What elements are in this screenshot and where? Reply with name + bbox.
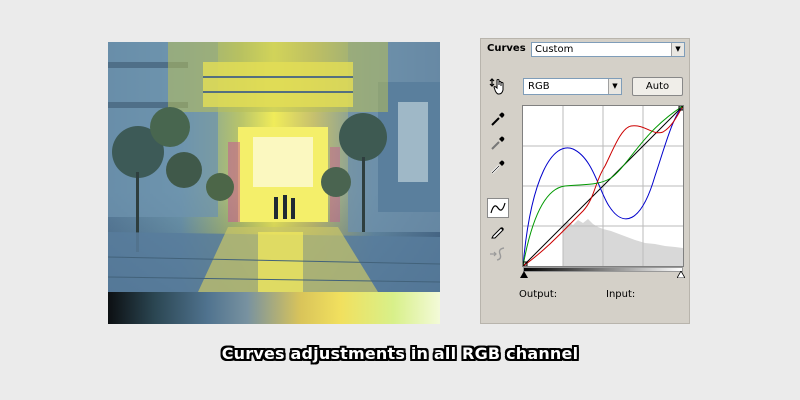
black-input-slider[interactable] bbox=[520, 271, 528, 278]
curves-graph[interactable] bbox=[522, 105, 684, 267]
curve-point-icon bbox=[490, 202, 506, 214]
preset-value: Custom bbox=[535, 44, 574, 55]
white-point-eyedropper[interactable] bbox=[487, 157, 509, 177]
channel-value: RGB bbox=[528, 81, 550, 92]
on-image-adjust-tool[interactable] bbox=[487, 76, 509, 96]
smooth-tool bbox=[487, 244, 509, 264]
white-input-slider[interactable] bbox=[677, 271, 685, 278]
chevron-down-icon[interactable]: ▼ bbox=[671, 43, 684, 56]
input-label: Input: bbox=[606, 289, 636, 300]
panel-title: Curves bbox=[487, 43, 526, 54]
curves-panel: Curves Custom ▼ RGB ▼ Auto Output: Input… bbox=[480, 38, 690, 324]
white-point-eyedropper-icon bbox=[491, 160, 505, 174]
gray-point-eyedropper-icon bbox=[491, 136, 505, 150]
gray-point-eyedropper[interactable] bbox=[487, 133, 509, 153]
black-point-eyedropper-icon bbox=[491, 112, 505, 126]
curves-plot[interactable] bbox=[523, 106, 683, 266]
output-label: Output: bbox=[519, 289, 558, 300]
input-gradient-bar bbox=[523, 267, 683, 272]
preview-image bbox=[108, 42, 440, 292]
preset-dropdown[interactable]: Custom ▼ bbox=[531, 42, 685, 57]
smooth-curve-icon bbox=[490, 247, 505, 261]
caption: Curves adjustments in all RGB channel bbox=[221, 344, 579, 363]
on-image-adjust-icon bbox=[489, 78, 504, 95]
pencil-tool[interactable] bbox=[487, 221, 509, 241]
auto-button[interactable]: Auto bbox=[632, 77, 683, 96]
channel-dropdown[interactable]: RGB ▼ bbox=[523, 78, 622, 95]
courtyard-scene bbox=[108, 42, 440, 292]
chevron-down-icon[interactable]: ▼ bbox=[608, 79, 621, 94]
curve-point-tool[interactable] bbox=[487, 198, 509, 218]
pencil-icon bbox=[491, 227, 504, 239]
black-point-eyedropper[interactable] bbox=[487, 109, 509, 129]
color-gradient-strip bbox=[108, 292, 440, 324]
